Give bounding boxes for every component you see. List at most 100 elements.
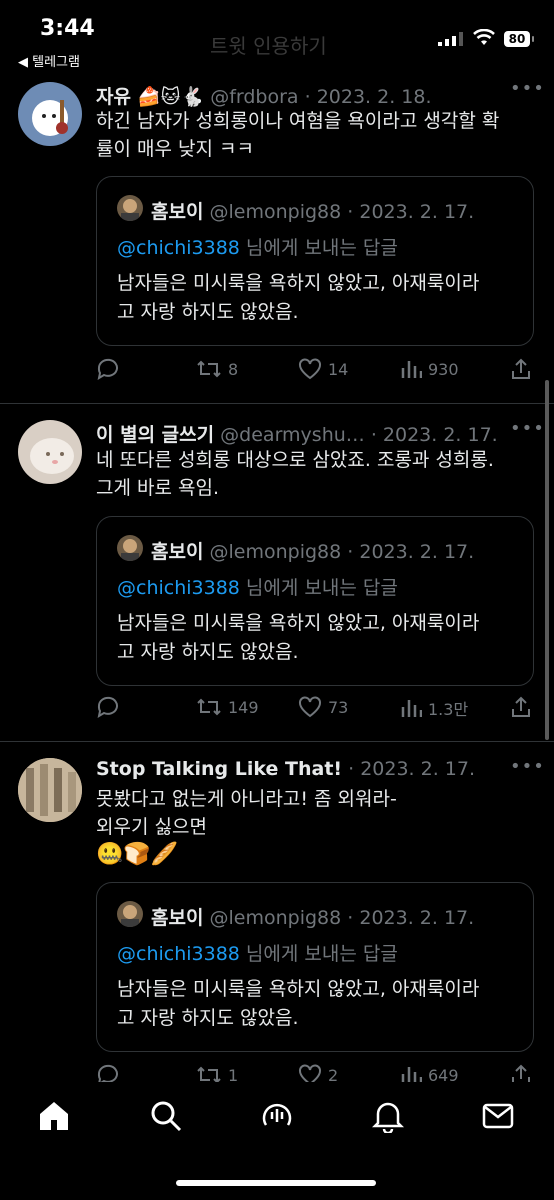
handle[interactable]: @dearmyshu…	[220, 424, 365, 446]
quoted-header: 홈보이 @lemonpig88 · 2023. 2. 17.	[151, 201, 475, 223]
status-bar: 트윗 인용하기 3:44 ◀ 텔레그램 80	[0, 0, 554, 70]
reply-suffix: 님에게 보내는 답글	[239, 237, 398, 259]
home-icon	[40, 1102, 68, 1130]
quoted-name: 홈보이	[151, 541, 204, 563]
spaces-icon	[262, 1103, 292, 1126]
retweet-icon	[197, 360, 221, 378]
more-options-icon[interactable]: •••	[510, 418, 545, 439]
name-emojis: 🍰🐱🐇	[137, 86, 205, 108]
reply-button[interactable]	[96, 358, 120, 380]
reply-button[interactable]	[96, 696, 120, 718]
reply-to-line: @chichi3388 님에게 보내는 답글	[117, 573, 398, 600]
clock: 3:44	[40, 16, 95, 41]
tweet-header: 이 별의 글쓰기 @dearmyshu… · 2023. 2. 17.	[96, 420, 498, 446]
tweet-date[interactable]: 2023. 2. 17.	[383, 424, 498, 446]
tweet-text-line: 그게 바로 욕임.	[96, 477, 219, 499]
home-indicator[interactable]	[176, 1180, 376, 1186]
retweet-button[interactable]: 149	[196, 696, 259, 718]
tweet-header: Stop Talking Like That! · 2023. 2. 17.	[96, 758, 475, 784]
battery-tip	[532, 36, 534, 42]
tab-home[interactable]	[34, 1096, 74, 1136]
quoted-text: 남자들은 미시룩을 욕하지 않았고, 아재룩이라 고 자랑 하지도 않았음.	[117, 269, 517, 327]
views-icon	[401, 361, 422, 378]
reply-suffix: 님에게 보내는 답글	[239, 577, 398, 599]
views-button[interactable]: 1.3만	[400, 696, 468, 720]
wifi-icon	[473, 29, 495, 45]
action-bar: 8 14 930	[96, 358, 536, 386]
quoted-tweet[interactable]: 홈보이 @lemonpig88 · 2023. 2. 17. @chichi33…	[96, 176, 534, 346]
action-bar: 149 73 1.3만	[96, 696, 536, 724]
share-icon	[512, 358, 530, 379]
tab-messages[interactable]	[478, 1096, 518, 1136]
scrollbar[interactable]	[545, 380, 549, 740]
retweet-button[interactable]: 8	[196, 358, 238, 380]
tweet-text: 네 또다른 성희롱 대상으로 삼았죠. 조롱과 성희롱. 그게 바로 욕임.	[96, 446, 536, 502]
tweet-text-line: 네 또다른 성희롱 대상으로 삼았죠. 조롱과 성희롱.	[96, 449, 494, 471]
tweet-text-line: 못봤다고 없는게 아니라고! 좀 외워라-	[96, 788, 397, 810]
display-name[interactable]: 자유	[96, 86, 131, 108]
quoted-name: 홈보이	[151, 201, 204, 223]
quoted-header: 홈보이 @lemonpig88 · 2023. 2. 17.	[151, 541, 475, 563]
tweet-date[interactable]: 2023. 2. 17.	[360, 758, 475, 780]
views-button[interactable]: 930	[400, 358, 459, 380]
like-button[interactable]: 73	[298, 696, 348, 718]
quoted-text-line: 남자들은 미시룩을 욕하지 않았고, 아재룩이라	[117, 612, 480, 634]
quoted-avatar	[117, 195, 143, 221]
quoted-name: 홈보이	[151, 907, 204, 929]
back-to-app-link[interactable]: ◀ 텔레그램	[18, 51, 80, 70]
avatar[interactable]	[18, 82, 82, 146]
share-button[interactable]	[510, 358, 532, 380]
quoted-text-line: 고 자랑 하지도 않았음.	[117, 301, 299, 323]
separator-dot: ·	[342, 758, 361, 780]
battery-indicator: 80	[504, 31, 530, 47]
mention-link[interactable]: @chichi3388	[117, 237, 240, 259]
quoted-text: 남자들은 미시룩을 욕하지 않았고, 아재룩이라 고 자랑 하지도 않았음.	[117, 975, 517, 1033]
retweet-count: 149	[228, 697, 259, 717]
heart-icon	[299, 696, 321, 718]
tweet-text-line: 외우기 싫으면	[96, 816, 207, 838]
separator-dot: ·	[364, 424, 383, 446]
avatar[interactable]	[18, 758, 82, 822]
retweet-count: 8	[228, 359, 239, 379]
cellular-signal-icon	[438, 32, 463, 46]
display-name[interactable]: Stop Talking Like That!	[96, 758, 342, 780]
reply-to-line: @chichi3388 님에게 보내는 답글	[117, 939, 398, 966]
reply-to-line: @chichi3388 님에게 보내는 답글	[117, 233, 398, 260]
tab-search[interactable]	[146, 1096, 186, 1136]
tweet-1[interactable]: 자유 🍰🐱🐇 @frdbora · 2023. 2. 18. ••• 하긴 남자…	[0, 70, 554, 404]
avatar[interactable]	[18, 420, 82, 484]
quoted-avatar	[117, 535, 143, 561]
like-count: 14	[328, 359, 349, 379]
tweet-header: 자유 🍰🐱🐇 @frdbora · 2023. 2. 18.	[96, 82, 432, 108]
quoted-handle: @lemonpig88	[209, 201, 342, 223]
quoted-header: 홈보이 @lemonpig88 · 2023. 2. 17.	[151, 907, 475, 929]
separator-dot: ·	[298, 86, 317, 108]
mention-link[interactable]: @chichi3388	[117, 943, 240, 965]
tab-spaces[interactable]	[257, 1096, 297, 1136]
tweet-text-line: 률이 매우 낮지 ㅋㅋ	[96, 138, 254, 160]
view-count: 930	[428, 359, 459, 379]
views-icon	[401, 700, 422, 717]
search-icon	[151, 1101, 182, 1132]
tab-notifications[interactable]	[368, 1096, 408, 1136]
quoted-date: 2023. 2. 17.	[359, 907, 475, 929]
mention-link[interactable]: @chichi3388	[117, 577, 240, 599]
handle[interactable]: @frdbora	[210, 86, 298, 108]
more-options-icon[interactable]: •••	[510, 78, 545, 99]
heart-icon	[299, 358, 321, 380]
display-name[interactable]: 이 별의 글쓰기	[96, 424, 214, 446]
quoted-tweet[interactable]: 홈보이 @lemonpig88 · 2023. 2. 17. @chichi33…	[96, 516, 534, 686]
share-button[interactable]	[510, 696, 532, 718]
retweet-icon	[197, 698, 221, 716]
quoted-tweet[interactable]: 홈보이 @lemonpig88 · 2023. 2. 17. @chichi33…	[96, 882, 534, 1052]
quoted-avatar	[117, 901, 143, 927]
quoted-handle: @lemonpig88	[209, 541, 342, 563]
quoted-text-line: 고 자랑 하지도 않았음.	[117, 641, 299, 663]
like-button[interactable]: 14	[298, 358, 348, 380]
faded-page-title: 트윗 인용하기	[210, 34, 327, 58]
more-options-icon[interactable]: •••	[510, 756, 545, 777]
tweet-2[interactable]: 이 별의 글쓰기 @dearmyshu… · 2023. 2. 17. ••• …	[0, 404, 554, 742]
tweet-3[interactable]: Stop Talking Like That! · 2023. 2. 17. •…	[0, 742, 554, 1086]
tweet-date[interactable]: 2023. 2. 18.	[317, 86, 432, 108]
reply-icon	[97, 696, 118, 718]
